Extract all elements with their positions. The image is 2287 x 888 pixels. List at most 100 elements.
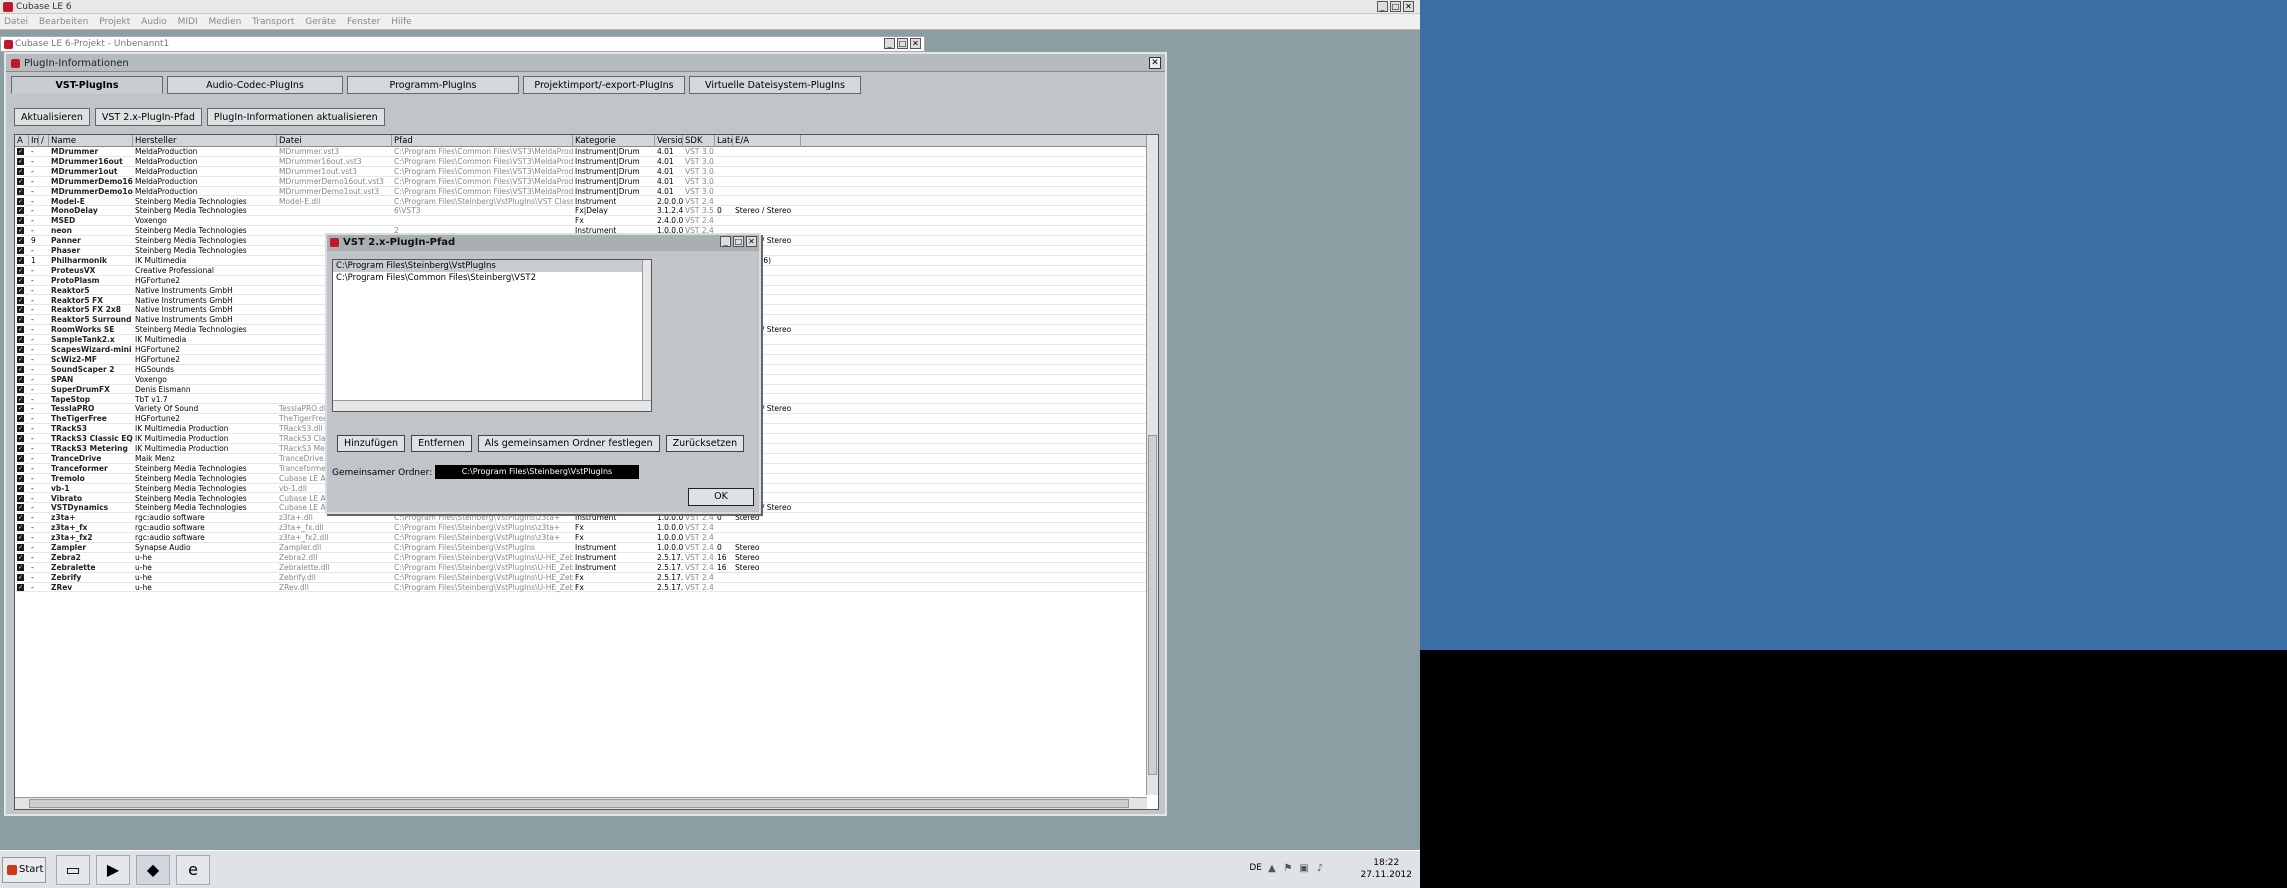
table-row[interactable]: ✓ - z3ta+_fx2 rgc:audio software z3ta+_fx2.d…	[15, 533, 1147, 543]
column-header[interactable]: Kategorie	[573, 135, 655, 147]
column-header[interactable]: E/A	[733, 135, 801, 147]
start-button[interactable]: Start	[2, 857, 46, 883]
column-header[interactable]: Datei	[277, 135, 392, 147]
tray-arrow-icon[interactable]: ▲	[1266, 863, 1278, 875]
active-checkbox[interactable]: ✓	[17, 227, 24, 235]
active-checkbox[interactable]: ✓	[17, 276, 24, 284]
path-list-item[interactable]: C:\Program Files\Steinberg\VstPlugIns	[333, 260, 651, 272]
minimize-icon[interactable]: _	[884, 38, 895, 49]
active-checkbox[interactable]: ✓	[17, 316, 24, 324]
close-icon[interactable]: ✕	[746, 236, 757, 247]
table-row[interactable]: ✓ - ZRev u-he ZRev.dll C:\Program Files\Stein…	[15, 583, 1147, 593]
column-header[interactable]: /	[39, 135, 49, 147]
close-icon[interactable]: ✕	[910, 38, 921, 49]
column-header[interactable]: Late	[715, 135, 733, 147]
close-icon[interactable]: ✕	[1403, 1, 1414, 12]
scroll-thumb[interactable]	[1148, 435, 1157, 775]
active-checkbox[interactable]: ✓	[17, 157, 24, 165]
active-checkbox[interactable]: ✓	[17, 197, 24, 205]
minimize-icon[interactable]: _	[720, 236, 731, 247]
active-checkbox[interactable]: ✓	[17, 247, 24, 254]
active-checkbox[interactable]: ✓	[17, 365, 24, 373]
flag-icon[interactable]: ⚑	[1282, 863, 1294, 875]
close-icon[interactable]: ✕	[1149, 57, 1161, 69]
column-header[interactable]: Hersteller	[133, 135, 277, 147]
maximize-icon[interactable]: □	[897, 38, 908, 49]
menu-fenster[interactable]: Fenster	[343, 14, 384, 30]
column-header[interactable]: Name	[49, 135, 133, 147]
active-checkbox[interactable]: ✓	[17, 583, 24, 591]
column-header[interactable]: A	[15, 135, 29, 147]
active-checkbox[interactable]: ✓	[17, 326, 24, 334]
path-list-item[interactable]: C:\Program Files\Common Files\Steinberg\…	[333, 272, 651, 284]
table-row[interactable]: ✓ - MDrummer16out MeldaProduction MDrummer16…	[15, 157, 1147, 167]
table-row[interactable]: ✓ - Zebra2 u-he Zebra2.dll C:\Program Files\S…	[15, 553, 1147, 563]
active-checkbox[interactable]: ✓	[17, 148, 24, 155]
active-checkbox[interactable]: ✓	[17, 484, 24, 492]
tab-projektimport[interactable]: Projektimport/-export-PlugIns	[523, 76, 685, 94]
active-checkbox[interactable]: ✓	[17, 346, 24, 353]
active-checkbox[interactable]: ✓	[17, 435, 24, 443]
table-row[interactable]: ✓ - z3ta+ rgc:audio software z3ta+.dll C:\Pro…	[15, 513, 1147, 524]
active-checkbox[interactable]: ✓	[17, 464, 24, 472]
active-checkbox[interactable]: ✓	[17, 514, 24, 522]
active-checkbox[interactable]: ✓	[17, 563, 24, 571]
menu-midi[interactable]: MIDI	[174, 14, 202, 30]
media-player-icon[interactable]: ▶	[96, 855, 130, 885]
active-checkbox[interactable]: ✓	[17, 385, 24, 393]
active-checkbox[interactable]: ✓	[17, 534, 24, 542]
menu-geraete[interactable]: Geräte	[301, 14, 340, 30]
menu-medien[interactable]: Medien	[205, 14, 246, 30]
active-checkbox[interactable]: ✓	[17, 504, 24, 512]
active-checkbox[interactable]: ✓	[17, 237, 24, 245]
scroll-thumb[interactable]	[29, 799, 1129, 808]
column-header[interactable]: Version	[655, 135, 683, 147]
minimize-icon[interactable]: _	[1377, 1, 1388, 12]
network-icon[interactable]: ▣	[1298, 863, 1310, 875]
menu-transport[interactable]: Transport	[248, 14, 298, 30]
column-header[interactable]: Pfad	[392, 135, 573, 147]
table-row[interactable]: ✓ - MDrummer MeldaProduction MDrummer.vst3 C:…	[15, 147, 1147, 157]
tab-programm[interactable]: Programm-PlugIns	[347, 76, 519, 94]
table-row[interactable]: ✓ - MSED Voxengo Fx 2.4.0.0 VST 2.4	[15, 216, 1147, 227]
active-checkbox[interactable]: ✓	[17, 336, 24, 344]
active-checkbox[interactable]: ✓	[17, 177, 24, 185]
active-checkbox[interactable]: ✓	[17, 256, 24, 264]
table-row[interactable]: ✓ - MDrummerDemo1out MeldaProduction MDrumme…	[15, 187, 1147, 197]
horizontal-scrollbar[interactable]	[333, 400, 651, 411]
maximize-icon[interactable]: □	[733, 236, 744, 247]
column-header[interactable]: In	[29, 135, 39, 147]
table-row[interactable]: ✓ - Zebrify u-he Zebrify.dll C:\Program Files…	[15, 573, 1147, 583]
active-checkbox[interactable]: ✓	[17, 167, 24, 175]
active-checkbox[interactable]: ✓	[17, 266, 24, 274]
add-button[interactable]: Hinzufügen	[337, 435, 406, 452]
active-checkbox[interactable]: ✓	[17, 395, 24, 403]
menu-bearbeiten[interactable]: Bearbeiten	[35, 14, 92, 30]
active-checkbox[interactable]: ✓	[17, 544, 24, 551]
active-checkbox[interactable]: ✓	[17, 375, 24, 383]
reset-button[interactable]: Zurücksetzen	[665, 435, 745, 452]
horizontal-scrollbar[interactable]	[15, 797, 1147, 809]
volume-icon[interactable]: ♪	[1314, 863, 1326, 875]
set-shared-folder-button[interactable]: Als gemeinsamen Ordner festlegen	[477, 435, 660, 452]
internet-explorer-icon[interactable]: e	[176, 855, 210, 885]
menu-audio[interactable]: Audio	[137, 14, 171, 30]
tab-audio-codec[interactable]: Audio-Codec-PlugIns	[167, 76, 343, 94]
tab-virtual-fs[interactable]: Virtuelle Dateisystem-PlugIns	[689, 76, 861, 94]
tab-vst-plugins[interactable]: VST-PlugIns	[11, 76, 163, 94]
ok-button[interactable]: OK	[688, 488, 754, 506]
active-checkbox[interactable]: ✓	[17, 306, 24, 314]
active-checkbox[interactable]: ✓	[17, 405, 24, 413]
table-row[interactable]: ✓ - z3ta+_fx rgc:audio software z3ta+_fx.dll…	[15, 523, 1147, 534]
remove-button[interactable]: Entfernen	[411, 435, 472, 452]
explorer-icon[interactable]: ▭	[56, 855, 90, 885]
table-row[interactable]: ✓ - MDrummer1out MeldaProduction MDrummer1ou…	[15, 167, 1147, 177]
table-row[interactable]: ✓ - Model-E Steinberg Media Technologies Mod…	[15, 197, 1147, 207]
active-checkbox[interactable]: ✓	[17, 474, 24, 482]
active-checkbox[interactable]: ✓	[17, 286, 24, 294]
active-checkbox[interactable]: ✓	[17, 454, 24, 462]
path-list[interactable]: C:\Program Files\Steinberg\VstPlugIns C:…	[332, 259, 652, 412]
table-row[interactable]: ✓ - Zebralette u-he Zebralette.dll C:\Program…	[15, 563, 1147, 573]
active-checkbox[interactable]: ✓	[17, 553, 24, 561]
active-checkbox[interactable]: ✓	[17, 425, 24, 433]
